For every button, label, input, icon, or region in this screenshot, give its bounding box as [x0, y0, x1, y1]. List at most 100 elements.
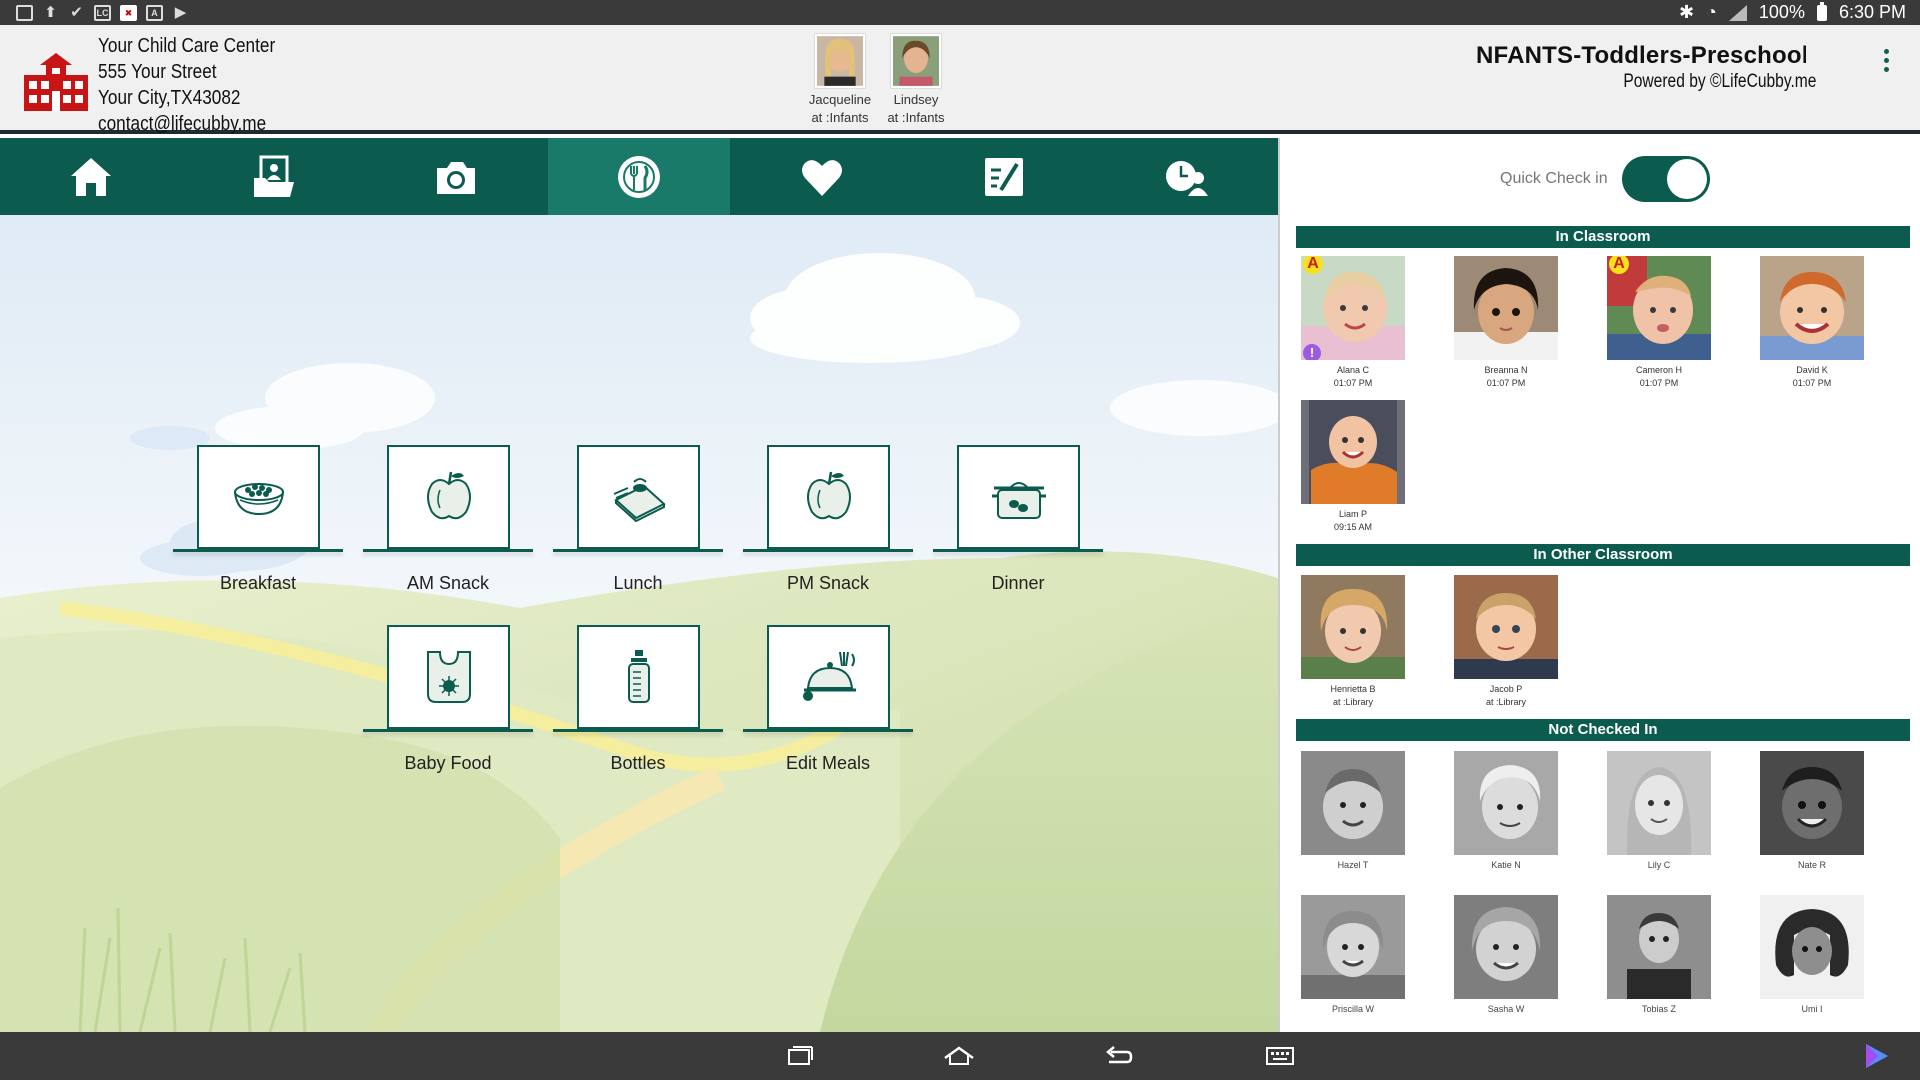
tile-shelf [743, 729, 913, 732]
child-checkin-time: 01:07 PM [1639, 378, 1679, 388]
android-nav-bar [0, 1032, 1920, 1080]
clock: 6:30 PM [1838, 2, 1906, 22]
child-card[interactable]: Breanna N 01:07 PM [1453, 256, 1559, 390]
pot-icon [991, 482, 1046, 519]
meal-button[interactable] [767, 445, 890, 549]
meal-label: Baby Food [404, 753, 492, 773]
child-name: Jacob P [1489, 684, 1523, 694]
overflow-menu-icon[interactable] [1884, 49, 1890, 72]
image-icon [16, 4, 33, 21]
tile-shelf [363, 729, 533, 732]
meal-tile-baby-food[interactable]: Baby Food [363, 625, 533, 775]
meal-tile-dinner[interactable]: Dinner [933, 445, 1103, 595]
child-name: Cameron H [1635, 365, 1682, 375]
child-photo [1760, 895, 1864, 999]
staff-avatar [814, 33, 866, 89]
meal-tile-pm-snack[interactable]: PM Snack [743, 445, 913, 595]
child-card[interactable]: Henrietta B at :Library [1300, 575, 1406, 709]
classroom-title: NFANTS-Toddlers-Preschool- [1476, 42, 1806, 69]
apple-icon [806, 471, 851, 520]
signal-icon [1728, 4, 1747, 21]
center-street-line: 555 Your Street [98, 61, 217, 83]
meal-button[interactable] [957, 445, 1080, 549]
apple-icon [426, 471, 471, 520]
child-card[interactable]: Sasha W [1453, 895, 1559, 1016]
battery-percent: 100% [1758, 2, 1805, 22]
quick-check-label: Quick Check in [1500, 170, 1608, 187]
quick-check-row: Quick Check in [1500, 156, 1710, 202]
meal-button[interactable] [767, 625, 890, 729]
child-name: Priscilla W [1332, 1004, 1374, 1014]
staff-name: Jacqueline [808, 92, 872, 107]
child-card[interactable]: A Cameron H 01:07 PM [1606, 256, 1712, 390]
attendance-panel: Quick Check in In Classroom A ! Alana C … [1280, 138, 1920, 1032]
staff-lindsey[interactable]: Lindsey at :Infants [876, 33, 956, 127]
lc-icon: LC [94, 4, 111, 21]
child-card[interactable]: Katie N [1453, 751, 1559, 872]
child-card[interactable]: Jacob P at :Library [1453, 575, 1559, 709]
child-photo [1454, 575, 1558, 679]
meal-tile-edit-meals[interactable]: Edit Meals [743, 625, 913, 775]
meals-screen: Breakfast AM Snack Lunch PM Snack Dinner… [0, 138, 1278, 1032]
child-card[interactable]: Nate R [1759, 751, 1865, 872]
child-name: Breanna N [1484, 365, 1528, 375]
child-photo [1607, 895, 1711, 999]
child-photo [1760, 256, 1864, 360]
play-icon[interactable] [1862, 1042, 1892, 1070]
section-in-other-classroom: In Other Classroom [1296, 544, 1910, 566]
lunch-tray-icon [613, 478, 666, 523]
a-icon: A [146, 4, 163, 21]
alert-badge: ! [1303, 344, 1321, 360]
child-name: Alana C [1336, 365, 1370, 375]
meal-button[interactable] [387, 625, 510, 729]
child-name: Tobias Z [1641, 1004, 1676, 1014]
child-name: Nate R [1797, 860, 1826, 870]
cereal-bowl-icon [233, 483, 284, 516]
child-photo [1760, 751, 1864, 855]
child-name: Sasha W [1487, 1004, 1525, 1014]
child-card[interactable]: A ! Alana C 01:07 PM [1300, 256, 1406, 390]
meal-button[interactable] [577, 625, 700, 729]
keyboard-icon[interactable] [1265, 1042, 1295, 1070]
child-card[interactable]: Umi I [1759, 895, 1865, 1016]
notification-icons: ⬆ ✔ LC ✖ A ▶ [16, 4, 189, 21]
center-contact-info: Your Child Care Center 555 Your Street Y… [98, 33, 275, 137]
child-photo: A ! [1301, 256, 1405, 360]
staff-name: Lindsey [893, 92, 939, 107]
child-name: Henrietta B [1330, 684, 1376, 694]
child-card[interactable]: Liam P 09:15 AM [1300, 400, 1406, 534]
meal-tile-lunch[interactable]: Lunch [553, 445, 723, 595]
staff-jacqueline[interactable]: Jacqueline at :Infants [800, 33, 880, 127]
child-name: David K [1796, 365, 1828, 375]
child-location: at :Library [1485, 697, 1527, 707]
tile-shelf [553, 729, 723, 732]
quick-check-toggle[interactable] [1621, 156, 1710, 202]
child-card[interactable]: David K 01:07 PM [1759, 256, 1865, 390]
staff-location: at :Infants [887, 110, 945, 125]
child-photo [1454, 751, 1558, 855]
child-card[interactable]: Lily C [1606, 751, 1712, 872]
child-name: Umi I [1801, 1004, 1823, 1014]
tile-shelf [363, 549, 533, 552]
meal-button[interactable] [577, 445, 700, 549]
meal-button[interactable] [197, 445, 320, 549]
meal-tile-bottles[interactable]: Bottles [553, 625, 723, 775]
meal-label: PM Snack [786, 573, 870, 593]
tile-shelf [173, 549, 343, 552]
back-icon[interactable] [1103, 1042, 1133, 1070]
meal-tile-breakfast[interactable]: Breakfast [173, 445, 343, 595]
child-photo: A [1607, 256, 1711, 360]
meal-tile-am-snack[interactable]: AM Snack [363, 445, 533, 595]
child-card[interactable]: Tobias Z [1606, 895, 1712, 1016]
meal-label: Breakfast [219, 573, 297, 593]
child-photo [1454, 895, 1558, 999]
child-card[interactable]: Priscilla W [1300, 895, 1406, 1016]
child-photo [1301, 895, 1405, 999]
recent-apps-icon[interactable] [785, 1042, 815, 1070]
center-email-line: contact@lifecubby.me [98, 113, 267, 135]
child-card[interactable]: Hazel T [1300, 751, 1406, 872]
meal-button[interactable] [387, 445, 510, 549]
section-not-checked-in: Not Checked In [1296, 719, 1910, 741]
home-nav-icon[interactable] [943, 1042, 975, 1070]
meal-label: Edit Meals [785, 753, 871, 773]
